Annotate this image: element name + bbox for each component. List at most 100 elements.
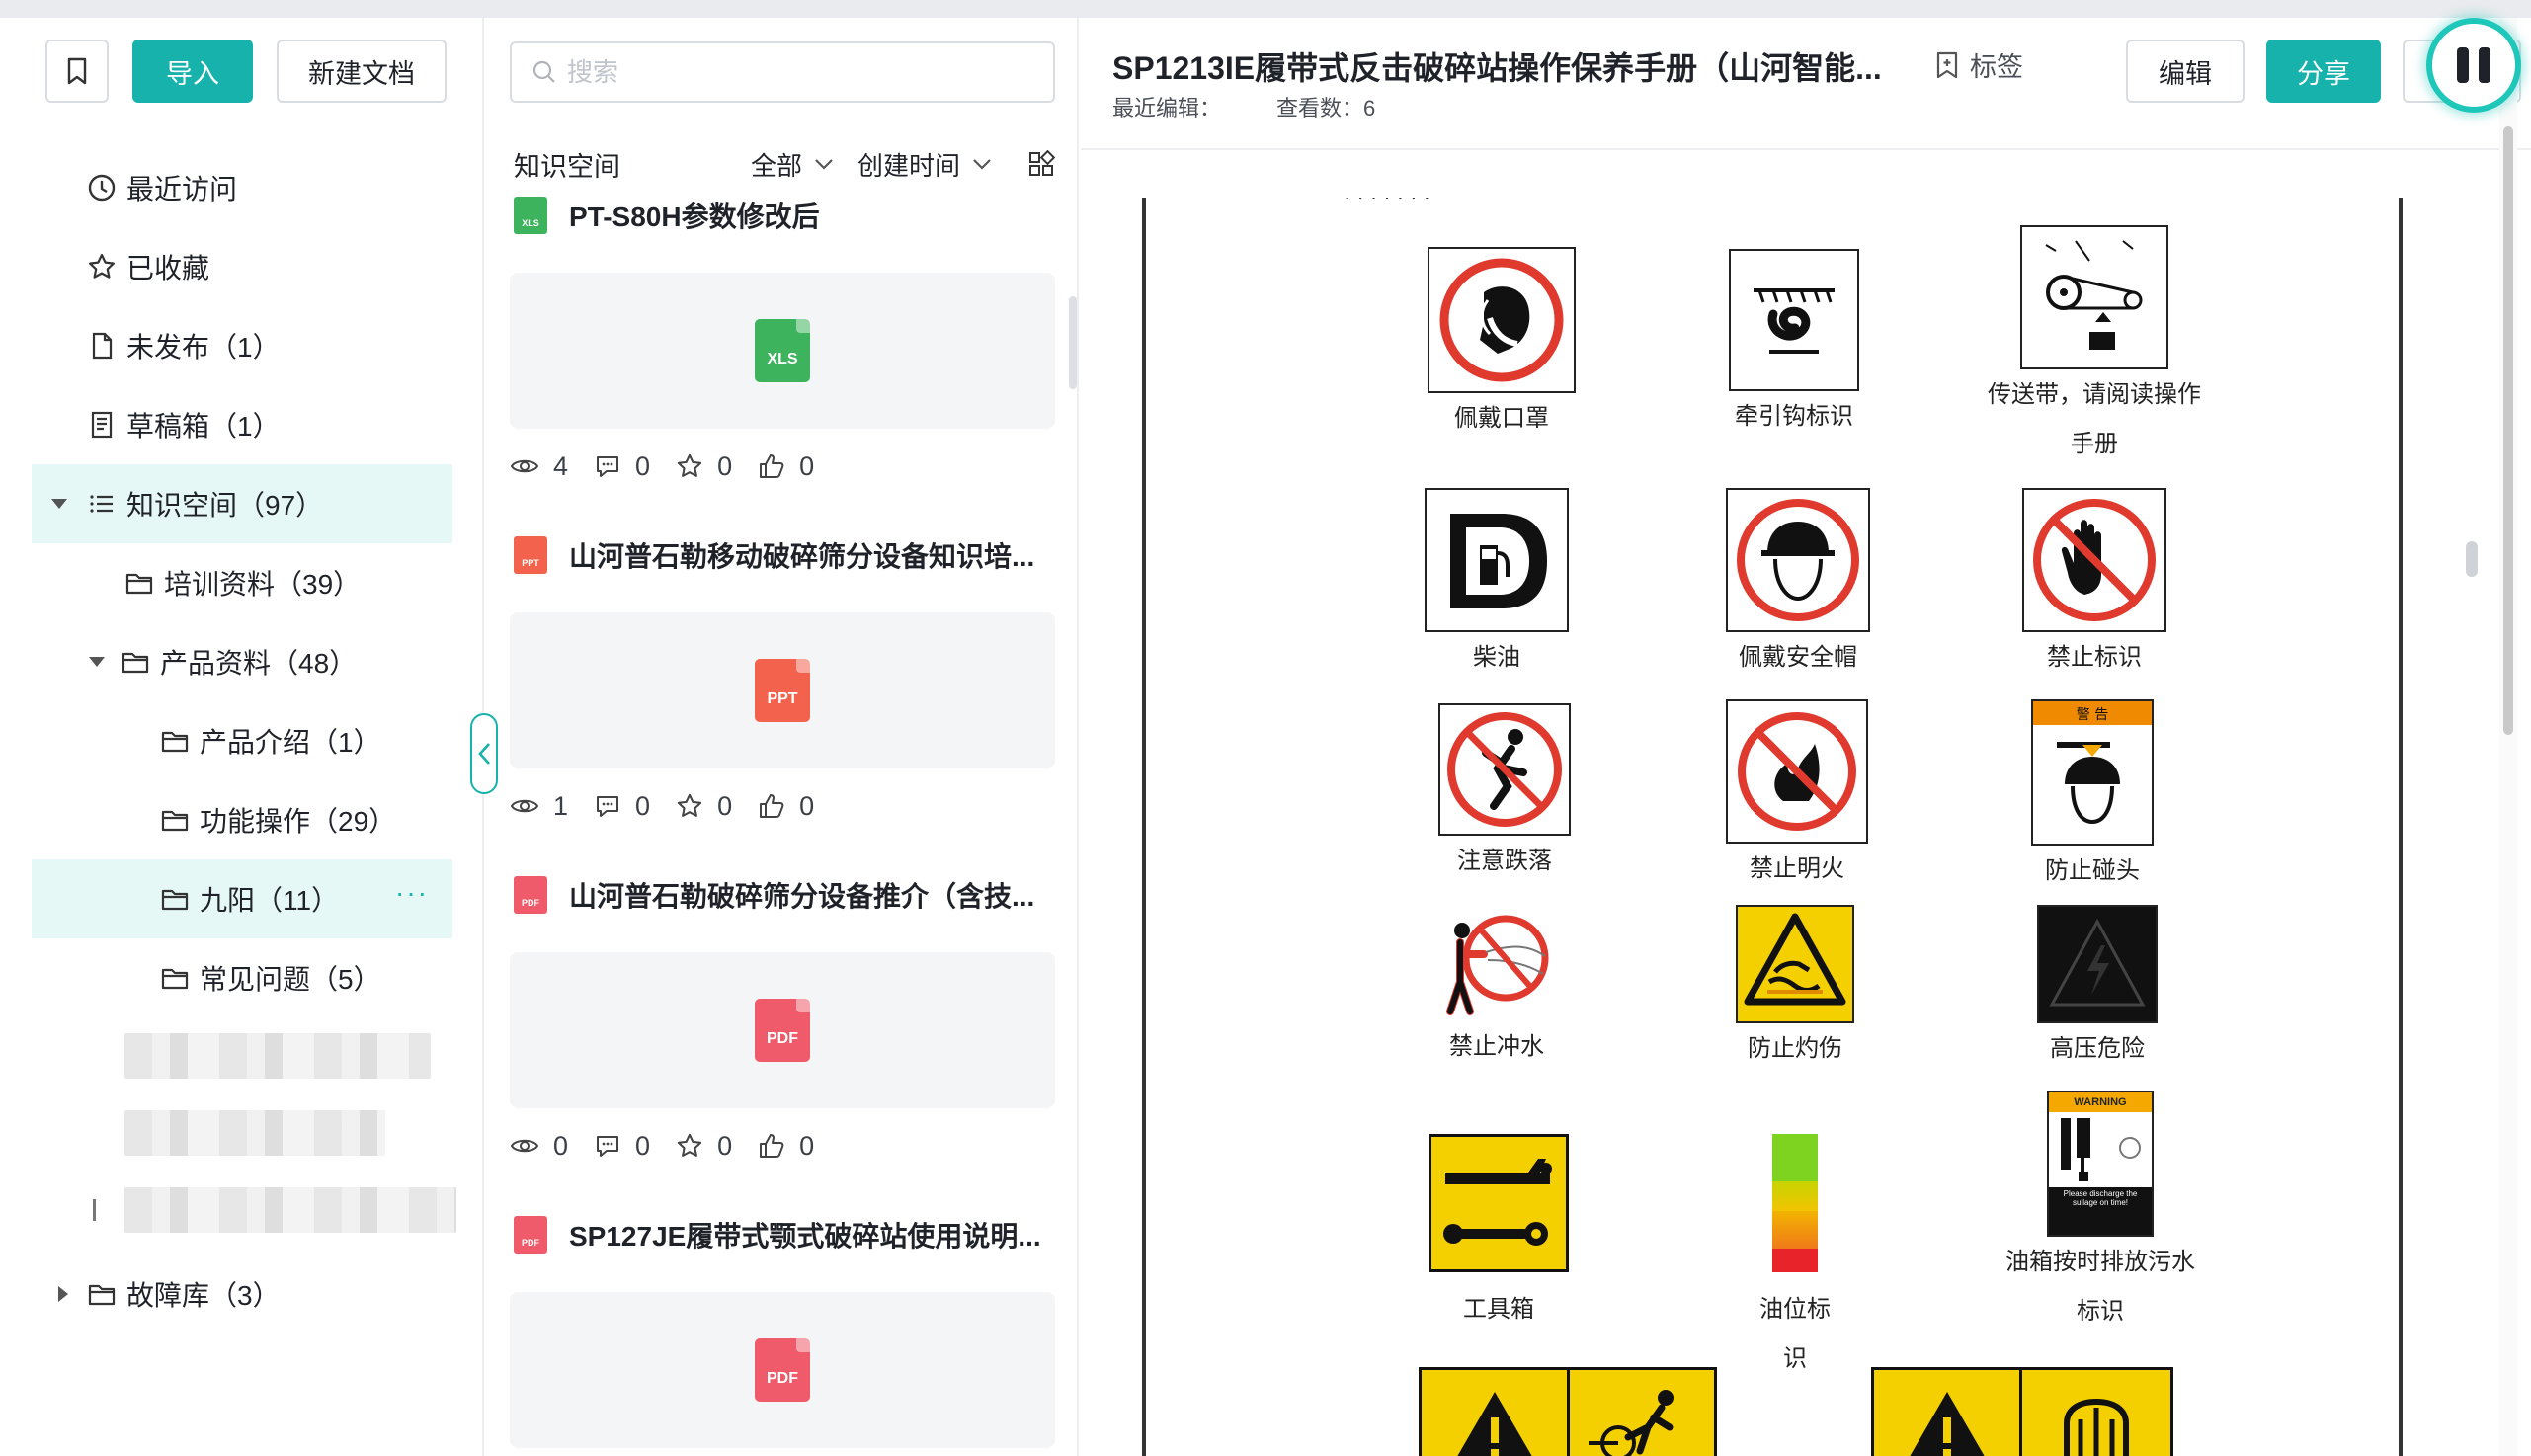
caret-right-icon[interactable] bbox=[53, 1284, 73, 1304]
new-document-button[interactable]: 新建文档 bbox=[277, 40, 447, 103]
views-count: 1 bbox=[553, 790, 569, 821]
document-title-row[interactable]: PDF SP127JE履带式颚式破碎站使用说明... bbox=[510, 1213, 1055, 1256]
caret-down-icon[interactable] bbox=[49, 494, 69, 514]
document-title[interactable]: SP127JE履带式颚式破碎站使用说明... bbox=[569, 1215, 1053, 1254]
likes-stat[interactable]: 0 bbox=[758, 1131, 814, 1162]
sidebar-item-unpublished[interactable]: 未发布（1） bbox=[0, 306, 484, 385]
sidebar-item-label: 知识空间（97） bbox=[126, 490, 324, 521]
views-count: 4 bbox=[553, 450, 569, 481]
sidebar-item-recent[interactable]: 最近访问 bbox=[0, 148, 484, 227]
sign-hook: 牵引钩标识 bbox=[1727, 249, 1861, 441]
views-count-label: 查看数：6 bbox=[1276, 96, 1376, 121]
stars-stat[interactable]: 0 bbox=[676, 791, 732, 822]
comments-stat[interactable]: 0 bbox=[594, 451, 650, 482]
sign-label: 柴油 bbox=[1473, 643, 1520, 671]
stars-stat[interactable]: 0 bbox=[676, 451, 732, 482]
likes-stat[interactable]: 0 bbox=[758, 451, 814, 482]
document-card[interactable]: PDF 山河普石勒破碎筛分设备推介（含技... PDF 0 0 0 0 bbox=[510, 873, 1055, 1166]
stars-count: 0 bbox=[717, 450, 733, 481]
viewer-scrollbar[interactable] bbox=[2499, 18, 2517, 1456]
page-scrollbar[interactable] bbox=[2466, 541, 2478, 577]
document-thumbnail[interactable]: PDF bbox=[510, 952, 1055, 1108]
document-card[interactable]: XLS PT-S80H参数修改后 XLS 4 0 0 0 bbox=[510, 194, 1055, 486]
share-button[interactable]: 分享 bbox=[2266, 40, 2381, 103]
blurred-item bbox=[124, 1187, 456, 1233]
folder-icon bbox=[158, 882, 192, 916]
sidebar-item-drafts[interactable]: 草稿箱（1） bbox=[0, 385, 484, 464]
document-thumbnail[interactable]: XLS bbox=[510, 273, 1055, 429]
entanglement-icon bbox=[1570, 1370, 1714, 1456]
star-icon bbox=[677, 793, 702, 817]
thumbs-up-icon bbox=[760, 794, 784, 818]
blurred-items bbox=[0, 1017, 484, 1254]
view-toggle-button[interactable] bbox=[1016, 150, 1055, 178]
sidebar-item-function[interactable]: 功能操作（29） bbox=[0, 780, 484, 859]
document-meta: 最近编辑： 查看数：6 bbox=[1112, 91, 1430, 122]
viewer-scrollbar-thumb[interactable] bbox=[2503, 126, 2513, 735]
warning-triangle-icon bbox=[1422, 1370, 1570, 1456]
sign-label: 标识 bbox=[2077, 1297, 2124, 1325]
sidebar-item-label: 常见问题（5） bbox=[200, 964, 381, 995]
sidebar-item-faq[interactable]: 常见问题（5） bbox=[0, 938, 484, 1017]
document-title[interactable]: 山河普石勒破碎筛分设备推介（含技... bbox=[569, 875, 1053, 915]
sidebar-item-favorites[interactable]: 已收藏 bbox=[0, 227, 484, 306]
document-card[interactable]: PDF SP127JE履带式颚式破碎站使用说明... PDF bbox=[510, 1213, 1055, 1448]
comments-stat[interactable]: 0 bbox=[594, 791, 650, 822]
sign-label: 工具箱 bbox=[1463, 1295, 1534, 1323]
chevron-left-icon bbox=[478, 743, 490, 765]
caret-down-icon[interactable] bbox=[87, 652, 107, 672]
filter-all-dropdown[interactable]: 全部 bbox=[751, 146, 834, 183]
sign-label: 禁止冲水 bbox=[1449, 1032, 1544, 1060]
hook-icon bbox=[1729, 249, 1859, 391]
sidebar-item-intro[interactable]: 产品介绍（1） bbox=[0, 701, 484, 780]
bookmark-button[interactable] bbox=[45, 40, 109, 103]
more-options-button[interactable]: ··· bbox=[395, 877, 429, 909]
sidebar-item-fault[interactable]: 故障库（3） bbox=[0, 1254, 484, 1334]
pause-button[interactable] bbox=[2426, 18, 2521, 113]
helmet-icon bbox=[1726, 488, 1870, 632]
list-scrollbar[interactable] bbox=[1069, 296, 1077, 389]
tag-button[interactable]: 标签 bbox=[1934, 45, 2023, 84]
ppt-file-icon: PPT bbox=[755, 659, 810, 722]
document-title[interactable]: PT-S80H参数修改后 bbox=[569, 196, 1053, 235]
high-voltage-icon bbox=[2037, 905, 2158, 1023]
sort-time-dropdown[interactable]: 创建时间 bbox=[857, 146, 992, 183]
sign-label: 油箱按时排放污水 bbox=[2005, 1248, 2195, 1275]
sign-water: 禁止冲水 bbox=[1432, 901, 1561, 1071]
sign-mask: 佩戴口罩 bbox=[1423, 247, 1581, 443]
search-input[interactable] bbox=[567, 56, 1041, 88]
views-stat: 0 bbox=[510, 1131, 568, 1162]
sidebar-item-training[interactable]: 培训资料（39） bbox=[0, 543, 484, 622]
document-title-row[interactable]: PPT 山河普石勒移动破碎筛分设备知识培... bbox=[510, 533, 1055, 577]
document-title-row[interactable]: PDF 山河普石勒破碎筛分设备推介（含技... bbox=[510, 873, 1055, 917]
document-thumbnail[interactable]: PDF bbox=[510, 1292, 1055, 1448]
cursor-mark bbox=[93, 1199, 96, 1221]
conveyor-belt-icon bbox=[2020, 225, 2168, 369]
search-box[interactable] bbox=[510, 41, 1055, 103]
collapse-sidebar-button[interactable] bbox=[470, 713, 498, 794]
edit-button[interactable]: 编辑 bbox=[2126, 40, 2245, 103]
pdf-file-icon: PDF bbox=[514, 1216, 547, 1254]
sidebar-item-jiuyang[interactable]: 九阳（11） ··· bbox=[32, 859, 452, 938]
document-thumbnail[interactable]: PPT bbox=[510, 612, 1055, 768]
sign-forbid: 禁止标识 bbox=[2015, 488, 2173, 682]
document-title[interactable]: 山河普石勒移动破碎筛分设备知识培... bbox=[569, 535, 1053, 575]
pdf-file-icon: PDF bbox=[514, 876, 547, 914]
sidebar-item-knowledge[interactable]: 知识空间（97） bbox=[32, 464, 452, 543]
comment-icon bbox=[597, 796, 619, 817]
tag-icon bbox=[1936, 51, 1958, 78]
warning-panel bbox=[1871, 1367, 2173, 1456]
star-icon bbox=[677, 453, 702, 477]
sidebar-item-product[interactable]: 产品资料（48） bbox=[0, 622, 484, 701]
sidebar-item-label: 未发布（1） bbox=[126, 332, 281, 363]
document-card[interactable]: PPT 山河普石勒移动破碎筛分设备知识培... PPT 1 0 0 0 bbox=[510, 533, 1055, 826]
likes-count: 0 bbox=[799, 1130, 815, 1161]
import-button[interactable]: 导入 bbox=[132, 40, 253, 103]
stars-stat[interactable]: 0 bbox=[676, 1131, 732, 1162]
likes-stat[interactable]: 0 bbox=[758, 791, 814, 822]
read-manual-icon bbox=[2022, 1370, 2170, 1456]
pdf-file-icon: PDF bbox=[755, 999, 810, 1062]
sidebar-item-label: 故障库（3） bbox=[126, 1280, 281, 1311]
comments-stat[interactable]: 0 bbox=[594, 1131, 650, 1162]
document-title-row[interactable]: XLS PT-S80H参数修改后 bbox=[510, 194, 1055, 237]
